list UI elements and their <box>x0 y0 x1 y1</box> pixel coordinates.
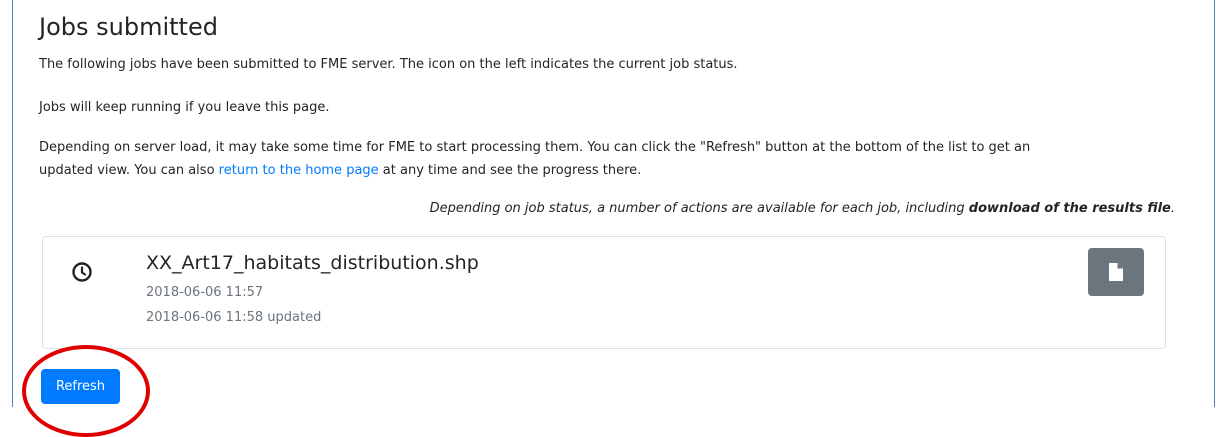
job-name: XX_Art17_habitats_distribution.shp <box>146 252 479 274</box>
keep-running-text: Jobs will keep running if you leave this… <box>39 100 330 115</box>
actions-note-bold: download of the results file <box>968 201 1171 216</box>
load-note-line2: updated view. You can also return to the… <box>39 159 1179 182</box>
actions-note-prefix: Depending on job status, a number of act… <box>429 201 969 216</box>
job-updated-time: 2018-06-06 11:58 updated <box>146 310 322 325</box>
file-icon <box>1109 263 1123 281</box>
page-title: Jobs submitted <box>39 13 218 41</box>
job-card: XX_Art17_habitats_distribution.shp 2018-… <box>42 236 1166 349</box>
home-page-link[interactable]: return to the home page <box>219 163 379 178</box>
load-note-line1: Depending on server load, it may take so… <box>39 140 1031 155</box>
load-note-suffix: at any time and see the progress there. <box>378 163 642 178</box>
view-file-button[interactable] <box>1088 248 1144 296</box>
job-submitted-time: 2018-06-06 11:57 <box>146 285 264 300</box>
clock-icon <box>72 262 92 282</box>
actions-note: Depending on job status, a number of act… <box>430 198 1175 220</box>
refresh-button[interactable]: Refresh <box>41 369 120 404</box>
load-note-prefix: updated view. You can also <box>39 163 219 178</box>
actions-note-suffix: . <box>1170 201 1175 216</box>
intro-text: The following jobs have been submitted t… <box>39 57 738 72</box>
